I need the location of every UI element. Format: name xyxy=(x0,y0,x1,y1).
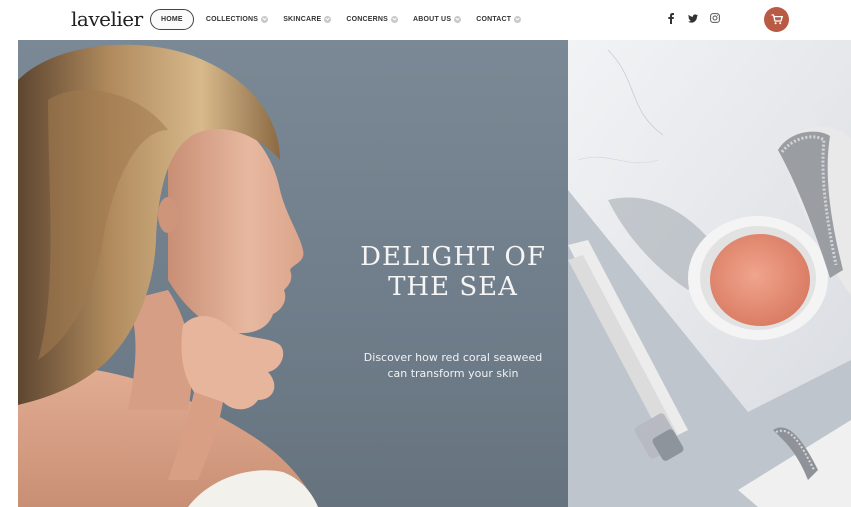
nav-item-collections[interactable]: COLLECTIONS xyxy=(205,16,269,23)
nav-item-skincare[interactable]: SKINCARE xyxy=(283,16,332,23)
hero-subtitle: Discover how red coral seaweed can trans… xyxy=(328,350,568,382)
chevron-down-icon xyxy=(261,16,269,23)
main-nav: HOME COLLECTIONS SKINCARE CONCERNS ABOUT… xyxy=(150,9,536,30)
product-image xyxy=(568,40,851,507)
hero-banner[interactable]: DELIGHT OF THE SEA Discover how red cora… xyxy=(18,40,568,507)
cart-button[interactable] xyxy=(764,7,789,32)
nav-item-label: SKINCARE xyxy=(283,16,322,23)
twitter-icon[interactable] xyxy=(688,12,698,24)
site-header: lavelier HOME COLLECTIONS SKINCARE CONCE… xyxy=(0,0,851,40)
product-image-panel[interactable] xyxy=(568,40,851,507)
hero-title: DELIGHT OF THE SEA xyxy=(328,242,568,302)
facebook-icon[interactable] xyxy=(666,12,676,24)
nav-item-about-us[interactable]: ABOUT US xyxy=(413,16,462,23)
nav-item-label: CONCERNS xyxy=(346,16,389,23)
hero-title-line: DELIGHT OF xyxy=(360,242,546,272)
social-links xyxy=(666,12,732,24)
hero-subtitle-line: can transform your skin xyxy=(387,367,519,380)
chevron-down-icon xyxy=(391,16,399,23)
cart-icon xyxy=(771,14,783,25)
brand-logo[interactable]: lavelier xyxy=(71,7,143,31)
nav-item-home[interactable]: HOME xyxy=(150,9,194,30)
nav-item-label: HOME xyxy=(161,16,183,23)
instagram-icon[interactable] xyxy=(710,12,720,24)
hero-title-line: THE SEA xyxy=(388,272,518,302)
nav-item-label: CONTACT xyxy=(476,16,512,23)
nav-item-label: ABOUT US xyxy=(413,16,452,23)
chevron-down-icon xyxy=(454,16,462,23)
nav-item-contact[interactable]: CONTACT xyxy=(476,16,522,23)
chevron-down-icon xyxy=(514,16,522,23)
nav-item-label: COLLECTIONS xyxy=(205,16,259,23)
chevron-down-icon xyxy=(324,16,332,23)
hero-subtitle-line: Discover how red coral seaweed xyxy=(363,351,543,364)
nav-item-concerns[interactable]: CONCERNS xyxy=(346,16,399,23)
